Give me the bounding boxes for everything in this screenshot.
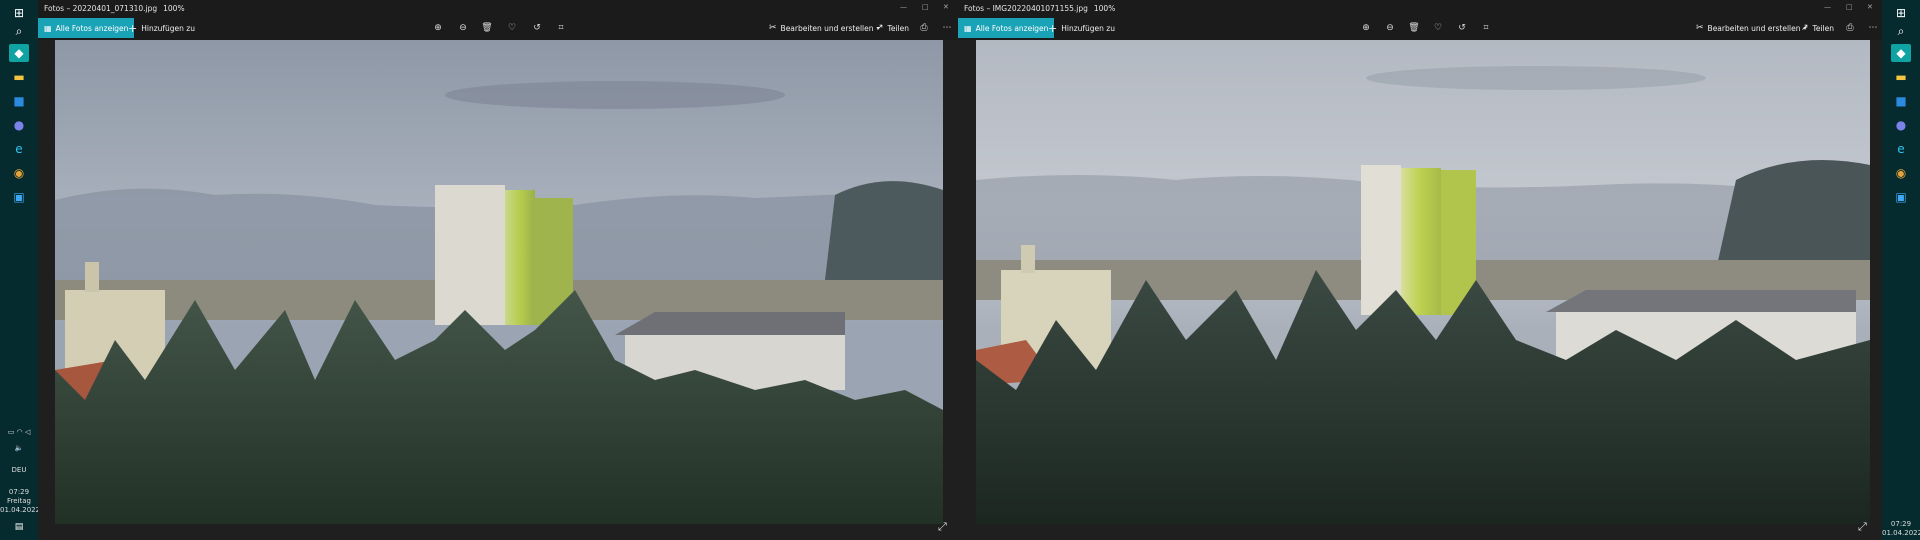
add-to-label: Hinzufügen zu — [1061, 23, 1115, 33]
clock-day: Freitag — [7, 497, 31, 505]
teams-icon[interactable]: ● — [1891, 116, 1911, 134]
teams-icon[interactable]: ● — [9, 116, 29, 134]
maximize-icon[interactable]: □ — [922, 3, 929, 11]
minimize-icon[interactable]: — — [1824, 3, 1831, 11]
add-to-button[interactable]: + Hinzufügen zu — [128, 18, 195, 38]
volume-icon[interactable]: 🔈 — [0, 444, 38, 453]
share-label: Teilen — [887, 23, 910, 33]
clock-date: 01.04.2022 — [1882, 529, 1920, 537]
outlook-icon[interactable]: ■ — [9, 92, 29, 110]
maximize-icon[interactable]: □ — [1846, 3, 1853, 11]
gallery-icon: ▦ — [44, 23, 52, 33]
chrome-icon[interactable]: ◉ — [1891, 164, 1911, 182]
rotate-icon[interactable]: ↺ — [530, 21, 544, 35]
photos-window-1: Fotos – 20220401_071310.jpg 100% — □ ✕ ▦… — [38, 0, 958, 540]
plus-icon: + — [1048, 21, 1058, 35]
zoom-out-icon[interactable]: ⊖ — [456, 21, 470, 35]
window-title: Fotos – IMG20220401071155.jpg — [964, 3, 1088, 13]
outlook-icon[interactable]: ■ — [1891, 92, 1911, 110]
crop-icon[interactable]: ⌗ — [554, 21, 568, 35]
more-icon[interactable]: ⋯ — [940, 21, 954, 35]
all-photos-label: Alle Fotos anzeigen — [975, 23, 1049, 33]
more-icon[interactable]: ⋯ — [1866, 21, 1880, 35]
all-photos-button[interactable]: ▦ Alle Fotos anzeigen — [38, 18, 135, 38]
window-title: Fotos – 20220401_071310.jpg — [44, 3, 158, 13]
share-icon: ↗ — [1801, 23, 1809, 33]
photos-window-2: Fotos – IMG20220401071155.jpg 100% — □ ✕… — [958, 0, 1882, 540]
edge-icon[interactable]: e — [9, 140, 29, 158]
add-to-button[interactable]: + Hinzufügen zu — [1048, 18, 1115, 38]
add-to-label: Hinzufügen zu — [141, 23, 195, 33]
photos-icon[interactable]: ▣ — [9, 188, 29, 206]
minimize-icon[interactable]: — — [900, 3, 907, 11]
file-explorer-icon[interactable]: ▬ — [9, 68, 29, 86]
print-icon[interactable]: ⎙ — [917, 21, 931, 35]
all-photos-button[interactable]: ▦ Alle Fotos anzeigen — [958, 18, 1055, 38]
command-bar: ▦ Alle Fotos anzeigen + Hinzufügen zu ⊕ … — [958, 16, 1882, 40]
clock-time[interactable]: 07:29 — [1882, 520, 1920, 529]
tray-icons[interactable]: ▭ ◠ ◁ — [0, 428, 38, 437]
delete-icon[interactable]: 🗑 — [1407, 21, 1421, 35]
search-icon[interactable]: ⌕ — [9, 22, 29, 40]
app-icon[interactable]: ◆ — [1891, 44, 1911, 62]
share-button[interactable]: ↗ Teilen — [1801, 18, 1834, 38]
close-icon[interactable]: ✕ — [943, 3, 949, 11]
edit-create-label: Bearbeiten und erstellen — [1707, 23, 1801, 33]
share-icon: ↗ — [876, 23, 884, 33]
command-bar: ▦ Alle Fotos anzeigen + Hinzufügen zu ⊕ … — [38, 16, 958, 40]
delete-icon[interactable]: 🗑 — [480, 21, 494, 35]
edit-icon: ✂ — [1696, 23, 1704, 33]
share-button[interactable]: ↗ Teilen — [876, 18, 909, 38]
close-icon[interactable]: ✕ — [1867, 3, 1873, 11]
zoom-level: 100% — [1093, 3, 1116, 13]
file-explorer-icon[interactable]: ▬ — [1891, 68, 1911, 86]
photo-view[interactable] — [55, 40, 943, 524]
zoom-level: 100% — [163, 3, 185, 13]
windows-icon[interactable]: ⊞ — [1891, 4, 1911, 22]
edit-create-label: Bearbeiten und erstellen — [780, 23, 874, 33]
zoom-out-icon[interactable]: ⊖ — [1383, 21, 1397, 35]
favorite-icon[interactable]: ♡ — [1431, 21, 1445, 35]
gallery-icon: ▦ — [964, 23, 972, 33]
share-label: Teilen — [1812, 23, 1835, 33]
title-bar: Fotos – IMG20220401071155.jpg 100% — [958, 0, 1882, 16]
zoom-in-icon[interactable]: ⊕ — [1359, 21, 1373, 35]
fullscreen-icon[interactable]: ⤢ — [938, 520, 947, 534]
windows-icon[interactable]: ⊞ — [9, 4, 29, 22]
fullscreen-icon[interactable]: ⤢ — [1858, 520, 1867, 534]
taskbar-right: ⊞ ⌕ ◆ ▬ ■ ● e ◉ ▣ 07:29 01.04.2022 — [1882, 0, 1920, 540]
title-bar: Fotos – 20220401_071310.jpg 100% — [38, 0, 958, 16]
edit-icon: ✂ — [769, 23, 777, 33]
plus-icon: + — [128, 21, 138, 35]
edge-icon[interactable]: e — [1891, 140, 1911, 158]
photos-icon[interactable]: ▣ — [1891, 188, 1911, 206]
edit-create-button[interactable]: ✂ Bearbeiten und erstellen ▾ — [769, 18, 880, 38]
clock-time[interactable]: 07:29 — [0, 488, 38, 497]
zoom-in-icon[interactable]: ⊕ — [431, 21, 445, 35]
photo-view[interactable] — [976, 40, 1870, 524]
language-indicator[interactable]: DEU — [0, 466, 38, 475]
chrome-icon[interactable]: ◉ — [9, 164, 29, 182]
print-icon[interactable]: ⎙ — [1843, 21, 1857, 35]
clock-date: 01.04.2022 — [0, 506, 41, 514]
search-icon[interactable]: ⌕ — [1891, 22, 1911, 40]
app-icon[interactable]: ◆ — [9, 44, 29, 62]
favorite-icon[interactable]: ♡ — [505, 21, 519, 35]
rotate-icon[interactable]: ↺ — [1455, 21, 1469, 35]
notification-icon[interactable]: ▤ — [9, 518, 29, 536]
taskbar-left: ⊞ ⌕ ◆ ▬ ■ ● e ◉ ▣ ▭ ◠ ◁ 🔈 DEU 07:29 Frei… — [0, 0, 41, 540]
crop-icon[interactable]: ⌗ — [1479, 21, 1493, 35]
all-photos-label: Alle Fotos anzeigen — [55, 23, 129, 33]
edit-create-button[interactable]: ✂ Bearbeiten und erstellen ▾ — [1696, 18, 1807, 38]
